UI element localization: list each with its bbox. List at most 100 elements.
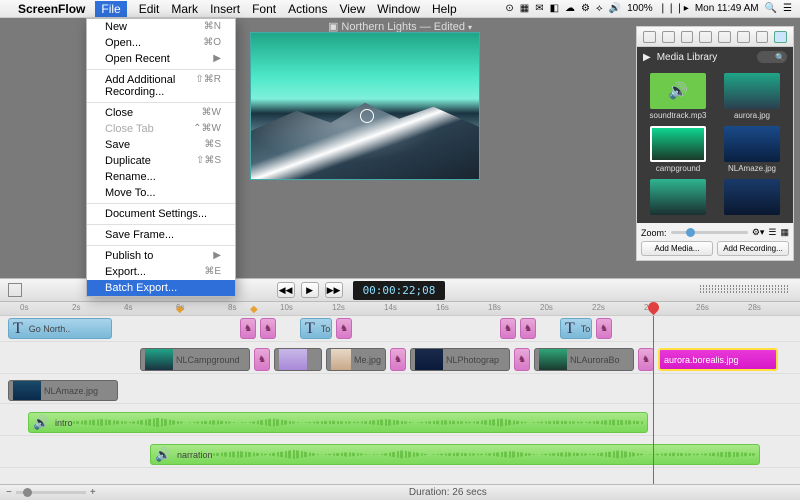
clip-title[interactable]: TTo bbox=[560, 318, 592, 339]
menu-insert[interactable]: Insert bbox=[210, 2, 240, 16]
add-media-button[interactable]: Add Media... bbox=[641, 241, 713, 256]
menu-item-publish-to[interactable]: Publish to▶ bbox=[87, 248, 235, 264]
play-button[interactable]: ▶ bbox=[301, 282, 319, 298]
battery-icon[interactable]: ❘❘❘▸ bbox=[659, 3, 689, 14]
library-item[interactable]: aurora.jpg bbox=[717, 73, 787, 120]
clip-action[interactable]: ♞ bbox=[514, 348, 530, 371]
gear-icon[interactable]: ⚙▾ bbox=[752, 227, 765, 238]
library-item[interactable]: NLAmaze.jpg bbox=[717, 126, 787, 173]
forward-button[interactable]: ▶▶ bbox=[325, 282, 343, 298]
clip-action[interactable]: ♞ bbox=[596, 318, 612, 339]
library-search[interactable]: 🔍 bbox=[757, 51, 787, 63]
library-item[interactable] bbox=[717, 179, 787, 217]
menu-item-new[interactable]: New⌘N bbox=[87, 19, 235, 35]
menu-item-open-recent[interactable]: Open Recent▶ bbox=[87, 51, 235, 67]
track[interactable]: NLCampground♞Me.jpg♞NLPhotograp♞NLAurora… bbox=[0, 346, 800, 374]
clip-video[interactable]: NLAmaze.jpg bbox=[8, 380, 118, 401]
menu-item-move-to-[interactable]: Move To... bbox=[87, 185, 235, 201]
add-recording-button[interactable]: Add Recording... bbox=[717, 241, 789, 256]
tab-annot-icon[interactable] bbox=[737, 31, 750, 43]
menu-mark[interactable]: Mark bbox=[171, 2, 198, 16]
clip-action[interactable]: ♞ bbox=[520, 318, 536, 339]
menu-help[interactable]: Help bbox=[432, 2, 457, 16]
timeline-zoom-slider[interactable] bbox=[16, 491, 86, 494]
clip-action[interactable]: ♞ bbox=[500, 318, 516, 339]
menu-file[interactable]: File bbox=[95, 1, 126, 17]
battery-text[interactable]: 100% bbox=[627, 3, 653, 14]
menu-edit[interactable]: Edit bbox=[139, 2, 160, 16]
track[interactable]: 🔊intro bbox=[0, 410, 800, 436]
clip-video[interactable]: NLCampground bbox=[140, 348, 250, 371]
list-view-icon[interactable]: ☰ bbox=[768, 227, 776, 238]
tab-touch-icon[interactable] bbox=[718, 31, 731, 43]
menu-item-document-settings-[interactable]: Document Settings... bbox=[87, 206, 235, 222]
clip-video[interactable] bbox=[274, 348, 322, 371]
menu-item-export-[interactable]: Export...⌘E bbox=[87, 264, 235, 280]
clip-title[interactable]: TTo bbox=[300, 318, 332, 339]
tab-media-library-icon[interactable] bbox=[774, 31, 787, 43]
app-name[interactable]: ScreenFlow bbox=[18, 2, 85, 16]
zoom-in-icon[interactable]: + bbox=[90, 487, 96, 498]
clip-action[interactable]: ♞ bbox=[390, 348, 406, 371]
menu-extra-icon[interactable]: ⊙ bbox=[505, 3, 513, 14]
scrubber-mini[interactable] bbox=[700, 285, 790, 295]
track[interactable]: 🔊narration bbox=[0, 442, 800, 468]
menu-item-add-additional-recording-[interactable]: Add Additional Recording...⇧⌘R bbox=[87, 72, 235, 100]
menu-item-open-[interactable]: Open...⌘O bbox=[87, 35, 235, 51]
menu-item-save-frame-[interactable]: Save Frame... bbox=[87, 227, 235, 243]
selection-handle-icon[interactable] bbox=[360, 109, 374, 123]
menu-item-rename-[interactable]: Rename... bbox=[87, 169, 235, 185]
menu-view[interactable]: View bbox=[339, 2, 365, 16]
timeline-ruler[interactable]: 0s2s4s6s8s10s12s14s16s18s20s22s24s26s28s… bbox=[0, 302, 800, 316]
menu-item-batch-export-[interactable]: Batch Export... bbox=[87, 280, 235, 296]
menu-extra-icon[interactable]: ▦ bbox=[520, 3, 529, 14]
menu-extra-icon[interactable]: ✉ bbox=[535, 3, 543, 14]
clip-audio[interactable]: 🔊narration bbox=[150, 444, 760, 465]
menu-extra-icon[interactable]: ◧ bbox=[550, 3, 559, 14]
tab-audio-icon[interactable] bbox=[662, 31, 675, 43]
clip-action[interactable]: ♞ bbox=[260, 318, 276, 339]
menu-item-close[interactable]: Close⌘W bbox=[87, 105, 235, 121]
clip-title[interactable]: TGo North.. bbox=[8, 318, 112, 339]
menu-item-duplicate[interactable]: Duplicate⇧⌘S bbox=[87, 153, 235, 169]
clip-action[interactable]: ♞ bbox=[638, 348, 654, 371]
track[interactable]: NLAmaze.jpg bbox=[0, 378, 800, 404]
track[interactable]: TGo North..♞♞TTo♞♞♞TTo♞ bbox=[0, 316, 800, 342]
zoom-slider[interactable] bbox=[671, 231, 748, 234]
marker-icon[interactable]: ◆ bbox=[250, 304, 258, 315]
crop-icon[interactable] bbox=[8, 283, 22, 297]
menu-actions[interactable]: Actions bbox=[288, 2, 327, 16]
playhead[interactable] bbox=[653, 316, 654, 484]
clip-action[interactable]: ♞ bbox=[336, 318, 352, 339]
menu-window[interactable]: Window bbox=[377, 2, 420, 16]
notification-icon[interactable]: ☰ bbox=[783, 3, 792, 14]
menu-font[interactable]: Font bbox=[252, 2, 276, 16]
tab-callout-icon[interactable] bbox=[699, 31, 712, 43]
library-item[interactable]: campground bbox=[643, 126, 713, 173]
clip-action[interactable]: ♞ bbox=[240, 318, 256, 339]
wifi-icon[interactable]: ⟡ bbox=[596, 3, 603, 14]
clip-audio[interactable]: 🔊intro bbox=[28, 412, 648, 433]
spotlight-icon[interactable]: 🔍 bbox=[765, 3, 777, 14]
tab-text-icon[interactable] bbox=[756, 31, 769, 43]
clip-video[interactable]: NLAuroraBo bbox=[534, 348, 634, 371]
volume-icon[interactable]: 🔊 bbox=[609, 3, 621, 14]
zoom-out-icon[interactable]: − bbox=[6, 487, 12, 498]
tab-screen-icon[interactable] bbox=[681, 31, 694, 43]
clip-video[interactable]: NLPhotograp bbox=[410, 348, 510, 371]
clip-video[interactable]: Me.jpg bbox=[326, 348, 386, 371]
clip-selected[interactable]: aurora.borealis.jpg bbox=[658, 348, 778, 371]
clock[interactable]: Mon 11:49 AM bbox=[695, 3, 759, 14]
clip-action[interactable]: ♞ bbox=[254, 348, 270, 371]
menu-extra-icon[interactable]: ⚙ bbox=[581, 3, 590, 14]
disclosure-icon[interactable]: ▶ bbox=[643, 52, 651, 63]
menu-item-save[interactable]: Save⌘S bbox=[87, 137, 235, 153]
tab-video-icon[interactable] bbox=[643, 31, 656, 43]
marker-icon[interactable]: ◆ bbox=[176, 304, 184, 315]
library-item[interactable]: 🔊soundtrack.mp3 bbox=[643, 73, 713, 120]
library-item[interactable] bbox=[643, 179, 713, 217]
menu-extra-icon[interactable]: ☁ bbox=[565, 3, 575, 14]
rewind-button[interactable]: ◀◀ bbox=[277, 282, 295, 298]
canvas-preview[interactable] bbox=[250, 32, 480, 180]
grid-view-icon[interactable]: ▦ bbox=[780, 227, 789, 238]
